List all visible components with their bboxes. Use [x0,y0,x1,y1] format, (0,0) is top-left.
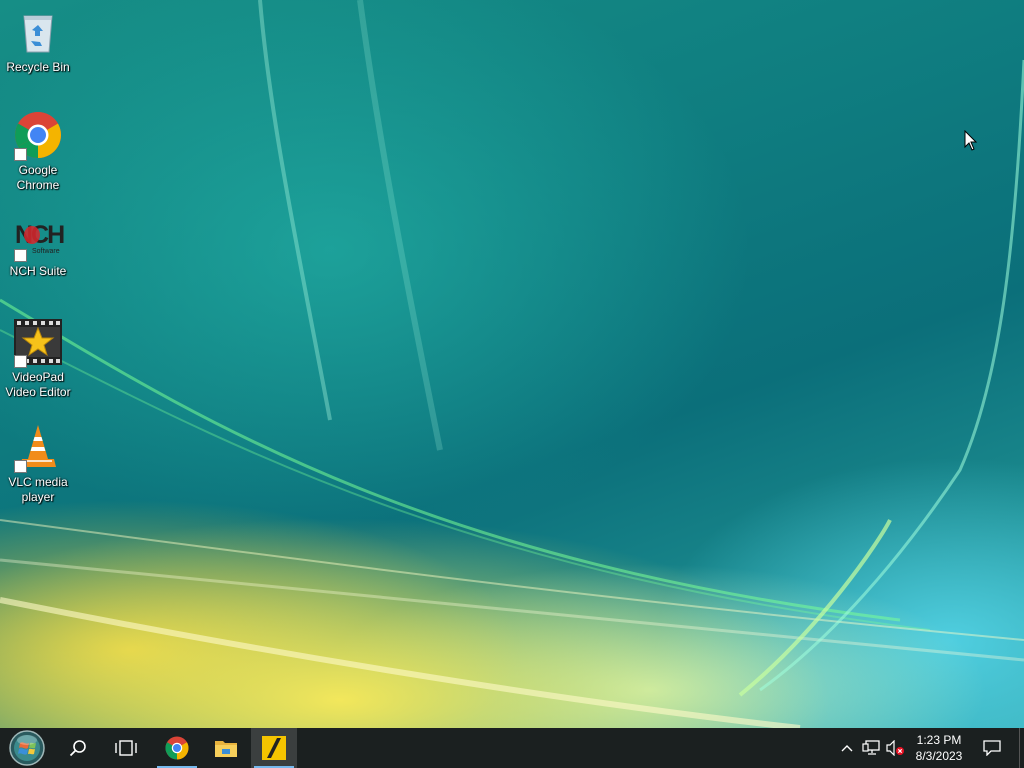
desktop-icon-videopad[interactable]: VideoPad Video Editor [0,318,76,400]
desktop-icon-label: VLC media player [8,475,68,504]
volume-muted-icon [886,740,904,756]
search-button[interactable] [55,728,101,768]
shortcut-arrow-icon [14,148,27,161]
action-center-icon [983,740,1001,756]
show-hidden-icons-button[interactable] [836,728,858,768]
clock-date: 8/3/2023 [915,749,963,763]
desktop-icon-label: Recycle Bin [6,60,70,74]
desktop-icon-label: Google Chrome [16,163,60,192]
network-icon [862,740,880,755]
mouse-cursor-icon [964,130,978,151]
wallpaper [0,0,1024,728]
search-icon [69,740,86,757]
network-tray-button[interactable] [860,728,882,768]
start-button[interactable] [4,728,50,768]
nch-logo-subtext: Software [32,248,60,255]
desktop-icon-label: VideoPad Video Editor [5,370,71,399]
task-view-button[interactable] [103,728,149,768]
chrome-icon [14,111,62,161]
clock-time: 1:23 PM [916,733,962,747]
desktop-icon-nch-suite[interactable]: NCH Software NCH Suite [0,220,76,279]
nch-logo-mark [24,226,40,244]
taskbar: 1:23 PM 8/3/2023 [0,728,1024,768]
desktop[interactable]: Recycle Bin Google Chrome NCH Software N… [0,0,1024,728]
recycle-bin-icon [14,8,62,56]
taskbar-app-chrome[interactable] [154,728,200,768]
desktop-icon-label: NCH Suite [9,264,67,278]
nch-suite-icon: NCH Software [14,220,65,262]
nch-app-icon [262,736,286,760]
desktop-icon-recycle-bin[interactable]: Recycle Bin [0,8,76,75]
desktop-icon-vlc[interactable]: VLC media player [0,423,76,505]
shortcut-arrow-icon [14,249,27,262]
videopad-icon [14,318,62,368]
start-orb-icon [9,730,45,766]
task-view-icon [115,740,137,756]
desktop-icon-google-chrome[interactable]: Google Chrome [0,111,76,193]
taskbar-app-nch[interactable] [251,728,297,768]
show-desktop-button[interactable] [1019,728,1020,768]
chevron-up-icon [841,745,853,752]
file-explorer-icon [215,741,237,757]
vlc-icon [14,423,62,473]
taskbar-app-file-explorer[interactable] [203,728,249,768]
taskbar-clock[interactable]: 1:23 PM 8/3/2023 [908,728,970,768]
chrome-icon [165,736,189,760]
action-center-button[interactable] [969,728,1015,768]
shortcut-arrow-icon [14,460,27,473]
volume-tray-button[interactable] [884,728,906,768]
shortcut-arrow-icon [14,355,27,368]
